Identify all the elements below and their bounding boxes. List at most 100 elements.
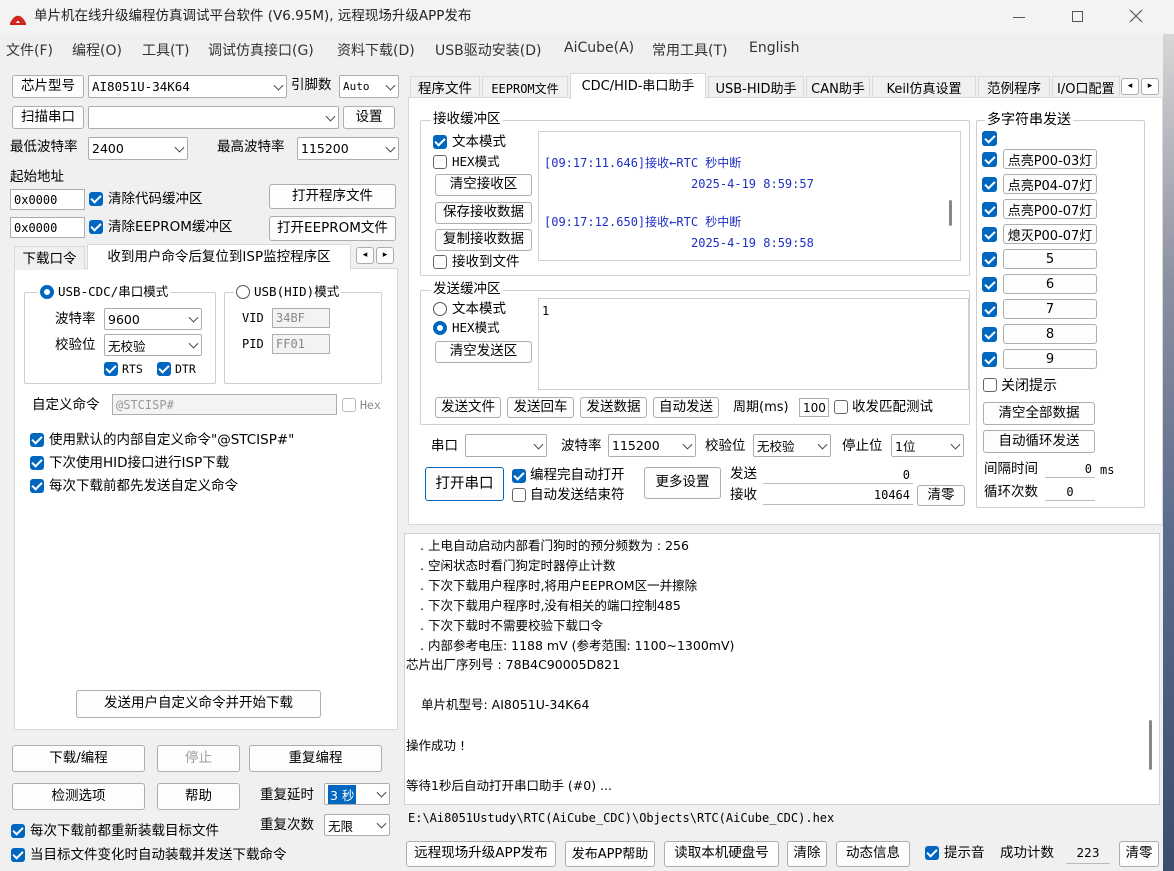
- send-textarea[interactable]: 1: [538, 298, 969, 390]
- multi-item-button[interactable]: 7: [1003, 299, 1097, 319]
- send-data-button[interactable]: 发送数据: [580, 397, 647, 418]
- serial-baud-select[interactable]: 115200: [608, 434, 696, 457]
- reprogram-button[interactable]: 重复编程: [249, 745, 382, 772]
- tab-usb-hid[interactable]: USB-HID助手: [708, 76, 804, 98]
- tab-can[interactable]: CAN助手: [806, 76, 870, 98]
- menu-common-tools[interactable]: 常用工具(T): [652, 40, 727, 60]
- maximize-icon[interactable]: [1072, 11, 1083, 22]
- auto-loop-button[interactable]: 自动循环发送: [983, 430, 1095, 453]
- close-tip-checkbox[interactable]: [983, 378, 997, 392]
- tab-program-file[interactable]: 程序文件: [410, 76, 480, 98]
- multi-item-button[interactable]: 点亮P00-03灯: [1003, 149, 1097, 169]
- multi-item-button[interactable]: 8: [1003, 324, 1097, 344]
- usb-hid-radio[interactable]: [236, 285, 250, 299]
- scan-port-button[interactable]: 扫描串口: [12, 106, 84, 129]
- auto-send-button[interactable]: 自动发送: [653, 397, 719, 418]
- menu-program[interactable]: 编程(O): [72, 40, 122, 60]
- reset-count-button[interactable]: 清零: [1119, 841, 1159, 867]
- interval-value[interactable]: 0: [1045, 460, 1095, 478]
- multi-item-checkbox[interactable]: [982, 227, 997, 242]
- multi-item-checkbox[interactable]: [982, 302, 997, 317]
- dtr-checkbox[interactable]: [157, 362, 171, 376]
- menu-file[interactable]: 文件(F): [6, 40, 53, 60]
- clear-eeprom-checkbox[interactable]: [89, 220, 103, 234]
- right-tab-scroll-right[interactable]: ▸: [1141, 78, 1159, 95]
- right-tab-scroll-left[interactable]: ◂: [1121, 78, 1139, 95]
- clear-code-checkbox[interactable]: [89, 192, 103, 206]
- port-select[interactable]: [88, 106, 339, 129]
- menu-debug[interactable]: 调试仿真接口(G): [208, 40, 314, 60]
- help-button[interactable]: 帮助: [157, 783, 240, 810]
- max-baud-select[interactable]: 115200: [297, 137, 399, 160]
- menu-usb-driver[interactable]: USB驱动安装(D): [435, 40, 541, 60]
- loop-count-value[interactable]: 0: [1045, 483, 1095, 501]
- multi-item-checkbox[interactable]: [982, 177, 997, 192]
- copy-recv-button[interactable]: 复制接收数据: [435, 229, 532, 251]
- tab-io-config[interactable]: I/O口配置: [1052, 76, 1120, 98]
- tab-keil[interactable]: Keil仿真设置: [872, 76, 976, 98]
- clear-all-button[interactable]: 清空全部数据: [983, 402, 1095, 425]
- multi-item-checkbox[interactable]: [982, 202, 997, 217]
- read-disk-button[interactable]: 读取本机硬盘号: [664, 841, 779, 867]
- minimize-icon[interactable]: [1013, 17, 1025, 18]
- vid-input[interactable]: 34BF: [272, 308, 330, 328]
- custom-cmd-input[interactable]: @STCISP#: [112, 394, 337, 415]
- multi-item-button[interactable]: 5: [1003, 249, 1097, 269]
- clear-send-button[interactable]: 清空发送区: [435, 341, 532, 363]
- log-scrollbar[interactable]: [1149, 720, 1152, 770]
- sound-checkbox[interactable]: [925, 846, 939, 860]
- dynamic-info-button[interactable]: 动态信息: [836, 841, 910, 867]
- recv-to-file-checkbox[interactable]: [433, 255, 447, 269]
- publish-help-button[interactable]: 发布APP帮助: [565, 841, 655, 867]
- publish-app-button[interactable]: 远程现场升级APP发布: [406, 841, 556, 867]
- more-settings-button[interactable]: 更多设置: [644, 467, 721, 499]
- reload-before-checkbox[interactable]: [11, 824, 25, 838]
- menu-english[interactable]: English: [749, 40, 800, 56]
- send-enter-button[interactable]: 发送回车: [507, 397, 574, 418]
- multi-item-button[interactable]: 熄灭P00-07灯: [1003, 224, 1097, 244]
- multi-item-button[interactable]: 6: [1003, 274, 1097, 294]
- rts-checkbox[interactable]: [104, 362, 118, 376]
- send-text-mode-radio[interactable]: [433, 302, 447, 316]
- tab-scroll-right[interactable]: ▸: [376, 247, 394, 264]
- code-addr-input[interactable]: 0x0000: [10, 189, 85, 210]
- match-test-checkbox[interactable]: [834, 400, 848, 414]
- multi-item-checkbox[interactable]: [982, 352, 997, 367]
- tab-reset-isp[interactable]: 收到用户命令后复位到ISP监控程序区: [87, 244, 351, 270]
- check-options-button[interactable]: 检测选项: [12, 783, 145, 810]
- close-icon[interactable]: [1128, 8, 1144, 24]
- recv-hex-mode-checkbox[interactable]: [433, 155, 447, 169]
- use-hid-checkbox[interactable]: [30, 456, 44, 470]
- multi-send-all-checkbox[interactable]: [982, 131, 997, 146]
- stop-button[interactable]: 停止: [157, 745, 240, 772]
- repeat-count-select[interactable]: 无限: [324, 814, 390, 836]
- pid-input[interactable]: FF01: [272, 334, 330, 354]
- recv-textarea[interactable]: [09:17:11.646]接收←RTC 秒中断 2025-4-19 8:59:…: [538, 131, 961, 261]
- chip-type-select[interactable]: AI8051U-34K64: [88, 75, 287, 98]
- open-program-button[interactable]: 打开程序文件: [269, 184, 396, 209]
- serial-parity-select[interactable]: 无校验: [753, 434, 831, 457]
- stop-bits-select[interactable]: 1位: [891, 434, 964, 457]
- recv-scrollbar[interactable]: [949, 200, 952, 226]
- tab-examples[interactable]: 范例程序: [978, 76, 1050, 98]
- chip-type-button[interactable]: 芯片型号: [12, 75, 84, 98]
- send-cmd-first-checkbox[interactable]: [30, 479, 44, 493]
- eeprom-addr-input[interactable]: 0x0000: [10, 217, 85, 238]
- clear-recv-button[interactable]: 清空接收区: [435, 174, 532, 196]
- multi-item-button[interactable]: 点亮P00-07灯: [1003, 199, 1097, 219]
- multi-item-checkbox[interactable]: [982, 277, 997, 292]
- send-file-button[interactable]: 发送文件: [435, 397, 501, 418]
- send-hex-mode-radio[interactable]: [433, 321, 447, 335]
- min-baud-select[interactable]: 2400: [88, 137, 188, 160]
- parity-select[interactable]: 无校验: [104, 334, 202, 356]
- menu-download[interactable]: 资料下载(D): [337, 40, 415, 60]
- repeat-delay-select[interactable]: 3 秒: [324, 783, 390, 805]
- send-custom-cmd-button[interactable]: 发送用户自定义命令并开始下载: [76, 690, 321, 718]
- menu-tools[interactable]: 工具(T): [142, 40, 189, 60]
- tab-scroll-left[interactable]: ◂: [356, 247, 374, 264]
- pins-select[interactable]: Auto: [339, 75, 399, 98]
- tab-eeprom-file[interactable]: EEPROM文件: [482, 76, 568, 98]
- download-program-button[interactable]: 下载/编程: [12, 745, 145, 772]
- recv-text-mode-checkbox[interactable]: [433, 135, 447, 149]
- open-port-button[interactable]: 打开串口: [425, 467, 504, 501]
